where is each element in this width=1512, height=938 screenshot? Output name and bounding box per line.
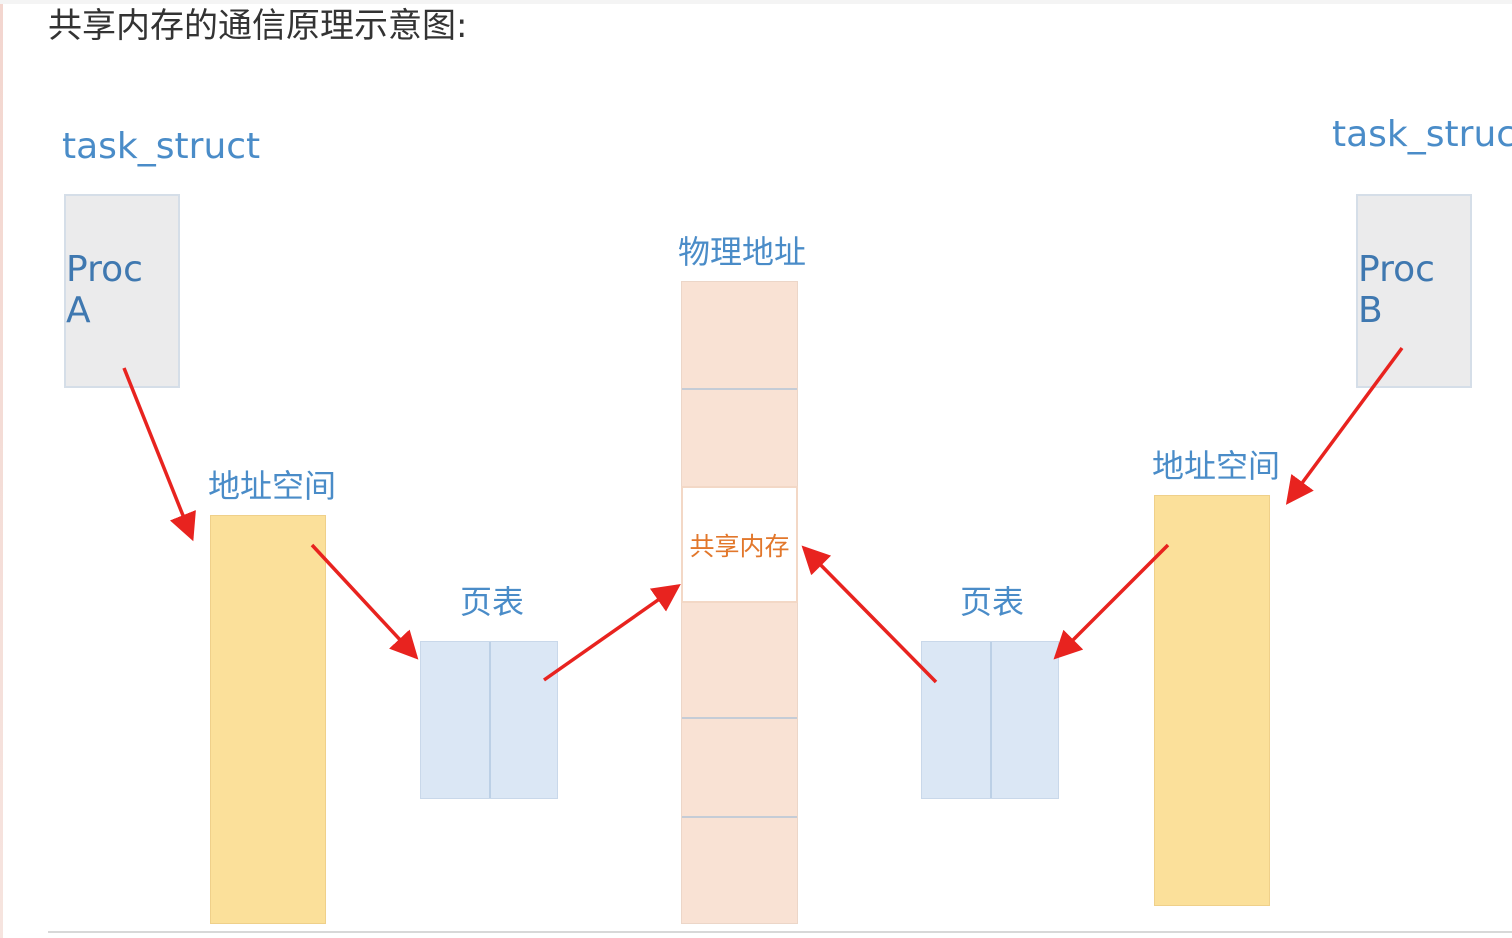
arrow-right-address-space-to-page-table	[1053, 543, 1170, 660]
arrow-left-address-space-to-page-table	[310, 543, 419, 660]
bottom-rule	[48, 931, 1512, 933]
arrow-proc-a-to-address-space	[122, 367, 196, 542]
arrow-left-page-table-to-shared-memory	[542, 583, 681, 682]
arrow-proc-b-to-address-space	[1285, 346, 1404, 505]
arrows-layer	[122, 346, 1404, 684]
arrow-right-page-table-to-shared-memory	[801, 545, 938, 684]
